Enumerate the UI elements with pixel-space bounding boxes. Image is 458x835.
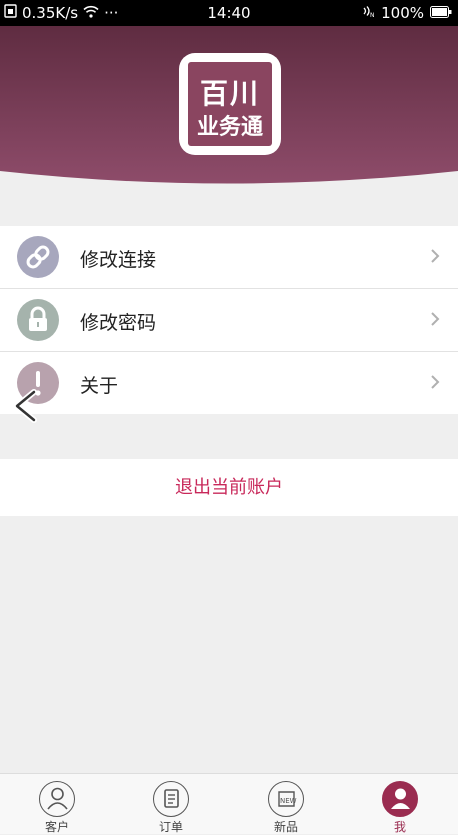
chevron-right-icon (430, 248, 440, 268)
logout-button[interactable]: 退出当前账户 (0, 459, 458, 516)
bottom-tab-bar: 客户 订单 NEW 新品 我 (0, 773, 458, 834)
battery-level: 100% (381, 4, 424, 22)
logo-text-bottom: 业务通 (196, 115, 263, 140)
tab-label: 订单 (158, 820, 183, 834)
app-logo: 百川 业务通 (179, 53, 281, 155)
tab-orders[interactable]: 订单 (114, 774, 228, 834)
profile-icon (382, 781, 418, 817)
nfc-icon: N (361, 4, 375, 22)
chevron-right-icon (430, 374, 440, 394)
menu-item-about[interactable]: 关于 (0, 352, 458, 414)
link-icon (17, 236, 59, 278)
customer-icon (39, 781, 75, 817)
chevron-right-icon (430, 311, 440, 331)
logo-text-top: 百川 (199, 77, 260, 110)
logo-mark: 百川 业务通 (188, 62, 272, 146)
tab-new-products[interactable]: NEW 新品 (229, 774, 343, 834)
battery-icon (430, 4, 452, 22)
tab-customer[interactable]: 客户 (0, 774, 114, 834)
status-right: N 100% (361, 4, 452, 22)
status-bar: 0.35K/s ··· 14:40 N 100% (0, 0, 458, 26)
back-gesture-icon[interactable] (10, 388, 40, 428)
menu-item-label: 关于 (80, 375, 119, 397)
order-icon (153, 781, 189, 817)
menu-item-edit-connection[interactable]: 修改连接 (0, 226, 458, 289)
settings-menu: 修改连接 修改密码 关于 (0, 226, 458, 414)
menu-item-label: 修改密码 (80, 312, 157, 334)
tab-label: 新品 (273, 820, 298, 834)
lock-icon (17, 299, 59, 341)
tab-label: 客户 (44, 820, 69, 834)
menu-item-change-password[interactable]: 修改密码 (0, 289, 458, 352)
svg-text:N: N (370, 12, 375, 18)
tab-me[interactable]: 我 (343, 774, 457, 834)
new-product-icon: NEW (268, 781, 304, 817)
menu-item-label: 修改连接 (80, 249, 157, 271)
new-badge: NEW (280, 797, 297, 805)
tab-label: 我 (393, 820, 406, 834)
